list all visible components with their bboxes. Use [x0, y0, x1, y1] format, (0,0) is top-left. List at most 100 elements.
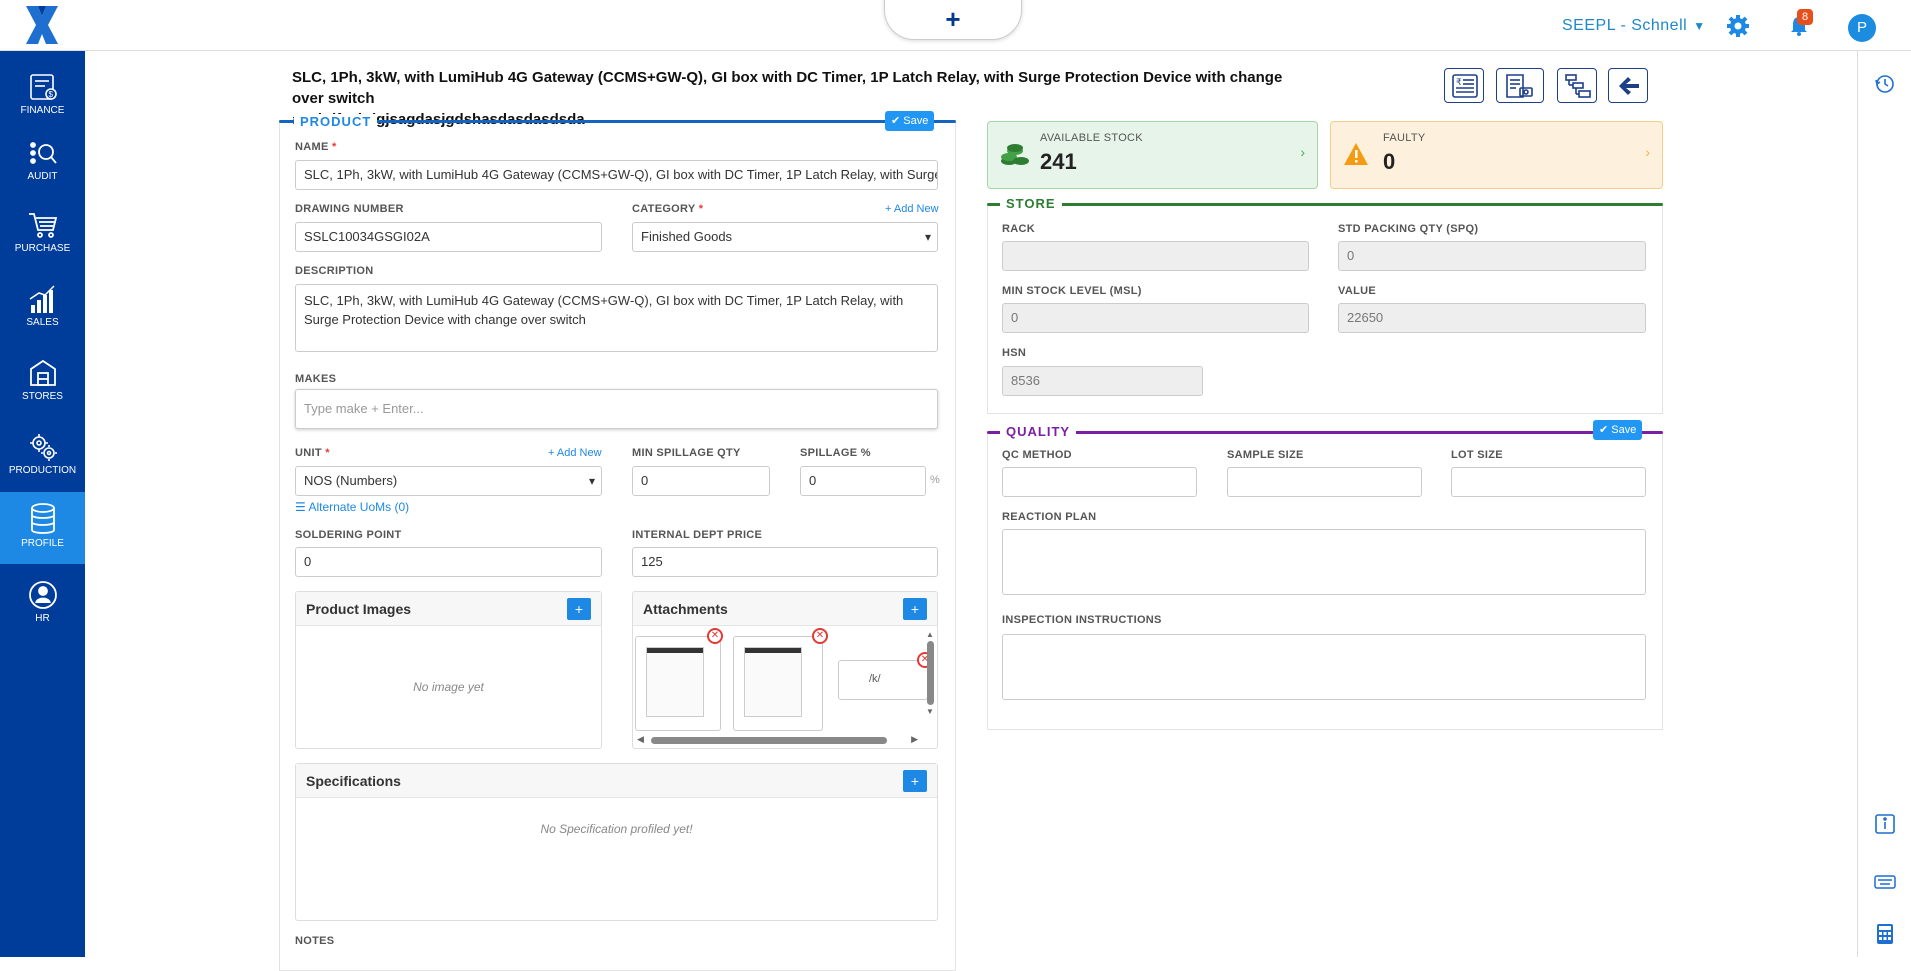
quality-save-button[interactable]: ✔ Save — [1593, 420, 1643, 440]
stock-coins-icon — [1001, 144, 1029, 165]
value-label: VALUE — [1338, 285, 1376, 297]
keyboard-icon[interactable] — [1874, 871, 1896, 893]
product-section-divider — [279, 120, 956, 123]
bom-tree-button[interactable] — [1557, 68, 1597, 103]
inspection-instructions-label: INSPECTION INSTRUCTIONS — [1002, 614, 1162, 626]
remove-attachment-icon[interactable]: ✕ — [707, 628, 723, 644]
notification-count-badge: 8 — [1797, 9, 1814, 25]
sidebar-item-finance[interactable]: $ FINANCE — [0, 61, 85, 125]
unit-add-new-link[interactable]: + Add New — [548, 447, 602, 459]
calculator-icon[interactable] — [1874, 923, 1896, 945]
sidebar-label: FINANCE — [20, 105, 65, 116]
value-input[interactable]: 22650 — [1338, 303, 1646, 333]
company-switcher[interactable]: SEEPL - Schnell ▼ — [1562, 17, 1706, 35]
svg-text:₹: ₹ — [1456, 77, 1462, 87]
name-input[interactable]: SLC, 1Ph, 3kW, with LumiHub 4G Gateway (… — [295, 160, 938, 190]
available-stock-value: 241 — [1040, 149, 1077, 174]
database-icon — [30, 503, 55, 534]
unit-label-text: UNIT — [295, 447, 322, 459]
warning-triangle-icon — [1344, 143, 1368, 165]
qc-method-input[interactable] — [1002, 467, 1197, 497]
category-add-new-link[interactable]: + Add New — [885, 203, 939, 215]
store-icon — [29, 359, 56, 386]
drawing-number-input[interactable]: SSLC10034GSGI02A — [295, 222, 602, 252]
remove-attachment-icon[interactable]: ✕ — [812, 628, 828, 644]
notes-label: NOTES — [295, 935, 335, 947]
sidebar-item-sales[interactable]: SALES — [0, 273, 85, 337]
vertical-scrollbar[interactable]: ▲ ▼ — [925, 630, 935, 728]
quick-add-button[interactable]: + — [884, 0, 1022, 40]
horizontal-scrollbar[interactable]: ◀ ▶ — [635, 734, 920, 746]
attachments-title: Attachments — [633, 592, 937, 626]
soldering-point-input[interactable]: 0 — [295, 547, 602, 577]
sidebar-item-profile[interactable]: PROFILE — [0, 492, 85, 564]
attachment-thumbnail-broken[interactable]: /k/ — [838, 660, 928, 700]
category-label: CATEGORY * — [632, 203, 704, 215]
category-select[interactable]: Finished Goods — [632, 222, 938, 252]
hsn-input[interactable]: 8536 — [1002, 366, 1203, 396]
msl-label: MIN STOCK LEVEL (MSL) — [1002, 285, 1142, 297]
no-specification-note: No Specification profiled yet! — [540, 822, 693, 836]
msl-input[interactable]: 0 — [1002, 303, 1309, 333]
sidebar-label: STORES — [22, 391, 63, 402]
reaction-plan-label: REACTION PLAN — [1002, 511, 1097, 523]
history-icon[interactable] — [1874, 73, 1896, 95]
internal-price-label: INTERNAL DEPT PRICE — [632, 529, 763, 541]
chevron-right-icon: › — [1645, 144, 1650, 160]
sample-size-label: SAMPLE SIZE — [1227, 449, 1304, 461]
product-save-button[interactable]: ✔ Save — [885, 111, 935, 131]
reaction-plan-textarea[interactable] — [1002, 529, 1646, 595]
alternate-uoms-link[interactable]: ☰ Alternate UoMs (0) — [295, 500, 409, 514]
unit-select[interactable]: NOS (Numbers) — [295, 466, 602, 496]
description-textarea[interactable]: SLC, 1Ph, 3kW, with LumiHub 4G Gateway (… — [295, 284, 938, 352]
name-label-text: NAME — [295, 141, 329, 153]
attachment-thumbnail[interactable] — [635, 636, 721, 731]
back-button[interactable] — [1608, 68, 1648, 103]
category-label-text: CATEGORY — [632, 203, 696, 215]
sidebar-label: PURCHASE — [14, 243, 71, 254]
chevron-right-icon: › — [1300, 144, 1305, 160]
spq-input[interactable]: 0 — [1338, 241, 1646, 271]
description-label: DESCRIPTION — [295, 265, 374, 277]
attachments-panel: Attachments + ✕ ✕ /k/ ✕ ▲ ▼ ◀ ▶ — [632, 591, 938, 749]
spillage-pct-input[interactable]: 0 — [800, 466, 926, 496]
lot-size-input[interactable] — [1451, 467, 1646, 497]
add-attachment-button[interactable]: + — [903, 598, 927, 620]
user-avatar[interactable]: P — [1848, 14, 1876, 42]
document-preview — [744, 647, 802, 717]
no-image-note: No image yet — [413, 680, 484, 694]
product-images-panel: Product Images + No image yet — [295, 591, 602, 749]
faulty-value: 0 — [1383, 149, 1396, 174]
rack-input[interactable] — [1002, 241, 1309, 271]
sample-size-input[interactable] — [1227, 467, 1422, 497]
internal-price-input[interactable]: 125 — [632, 547, 938, 577]
sidebar-item-hr[interactable]: HR — [0, 569, 85, 633]
faulty-stock-card[interactable]: FAULTY 0 › — [1330, 121, 1663, 189]
add-image-button[interactable]: + — [567, 598, 591, 620]
min-spillage-input[interactable]: 0 — [632, 466, 770, 496]
unit-label: UNIT * — [295, 447, 330, 459]
invoice-button[interactable] — [1496, 68, 1544, 103]
rupee-list-icon: ₹ — [1452, 74, 1478, 98]
right-utility-rail — [1857, 51, 1911, 957]
store-section-title: STORE — [1000, 196, 1062, 211]
app-logo[interactable] — [22, 4, 62, 46]
company-name: SEEPL - Schnell — [1562, 17, 1688, 34]
sidebar-item-purchase[interactable]: PURCHASE — [0, 199, 85, 263]
inspection-instructions-textarea[interactable] — [1002, 634, 1646, 700]
makes-input[interactable]: Type make + Enter... — [295, 389, 938, 429]
available-stock-card[interactable]: AVAILABLE STOCK 241 › — [987, 121, 1318, 189]
add-specification-button[interactable]: + — [903, 770, 927, 792]
save-label: Save — [1611, 424, 1637, 436]
svg-text:$: $ — [48, 90, 53, 99]
info-icon[interactable] — [1874, 813, 1896, 835]
lot-size-label: LOT SIZE — [1451, 449, 1503, 461]
attachment-thumbnail[interactable] — [733, 636, 823, 731]
sidebar-item-production[interactable]: PRODUCTION — [0, 421, 85, 485]
settings-gear-icon[interactable] — [1726, 14, 1750, 38]
sidebar-item-audit[interactable]: AUDIT — [0, 127, 85, 191]
arrow-left-icon — [1619, 77, 1639, 95]
price-list-button[interactable]: ₹ — [1444, 68, 1484, 103]
sidebar-item-stores[interactable]: STORES — [0, 347, 85, 411]
faulty-label: FAULTY — [1383, 132, 1426, 144]
